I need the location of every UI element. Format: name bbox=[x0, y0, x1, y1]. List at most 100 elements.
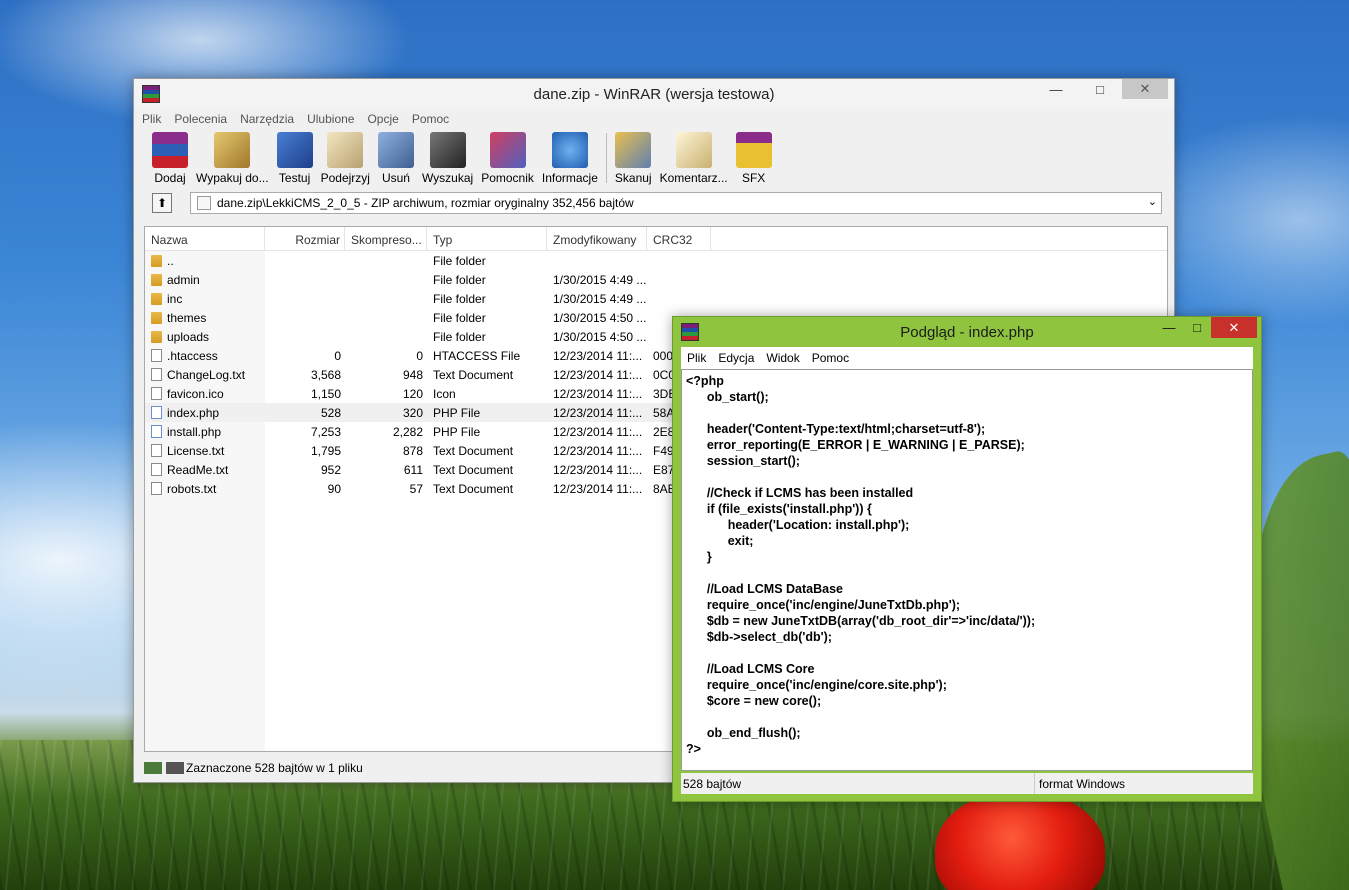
preview-app-icon[interactable] bbox=[681, 323, 699, 341]
file-name: .htaccess bbox=[167, 348, 218, 363]
scan-icon bbox=[615, 132, 652, 168]
cell-name: install.php bbox=[145, 425, 265, 439]
cell-packed: 948 bbox=[402, 367, 423, 382]
file-name: install.php bbox=[167, 424, 222, 439]
code-view[interactable]: <?php ob_start(); header('Content-Type:t… bbox=[681, 369, 1253, 771]
preview-menu-pomoc[interactable]: Pomoc bbox=[812, 351, 849, 365]
preview-statusbar: 528 bajtów format Windows bbox=[681, 773, 1253, 794]
winrar-toolbar: Dodaj Wypakuj do... Testuj Podejrzyj Usu… bbox=[134, 129, 1174, 185]
file-icon bbox=[151, 406, 162, 419]
cell-modified: 12/23/2014 11:... bbox=[553, 405, 643, 420]
cell-modified: 12/23/2014 11:... bbox=[553, 367, 643, 382]
table-row[interactable]: .. File folder bbox=[145, 251, 1167, 270]
cell-name: robots.txt bbox=[145, 482, 265, 496]
cell-modified: 12/23/2014 11:... bbox=[553, 443, 643, 458]
folder-icon bbox=[151, 330, 162, 343]
cell-name: .. bbox=[145, 254, 265, 268]
find-button[interactable]: Wyszukaj bbox=[422, 132, 473, 185]
cell-name: themes bbox=[145, 311, 265, 325]
cell-packed: 320 bbox=[402, 405, 423, 420]
menu-narzedzia[interactable]: Narzędzia bbox=[240, 112, 294, 126]
file-icon bbox=[151, 444, 162, 457]
folder-icon bbox=[151, 311, 162, 324]
toolbar-separator bbox=[605, 133, 607, 183]
cell-packed: 0 bbox=[416, 348, 423, 363]
comment-button[interactable]: Komentarz... bbox=[660, 132, 728, 185]
sfx-icon bbox=[735, 132, 772, 168]
scan-button[interactable]: Skanuj bbox=[615, 132, 652, 185]
menu-opcje[interactable]: Opcje bbox=[367, 112, 398, 126]
wizard-button[interactable]: Pomocnik bbox=[481, 132, 534, 185]
cell-name: inc bbox=[145, 292, 265, 306]
cell-modified: 12/23/2014 11:... bbox=[553, 424, 643, 439]
menu-plik[interactable]: Plik bbox=[142, 112, 161, 126]
view-button[interactable]: Podejrzyj bbox=[321, 132, 370, 185]
preview-minimize-button[interactable]: — bbox=[1155, 317, 1183, 337]
preview-format: format Windows bbox=[1039, 776, 1126, 791]
minimize-button[interactable]: — bbox=[1034, 79, 1078, 99]
file-name: admin bbox=[167, 272, 200, 287]
delete-icon bbox=[377, 132, 414, 168]
column-modified[interactable]: Zmodyfikowany bbox=[547, 227, 647, 250]
cell-name: ChangeLog.txt bbox=[145, 368, 265, 382]
address-combo[interactable]: dane.zip\LekkiCMS_2_0_5 - ZIP archiwum, … bbox=[190, 192, 1162, 214]
cell-name: uploads bbox=[145, 330, 265, 344]
table-row[interactable]: inc File folder 1/30/2015 4:49 ... bbox=[145, 289, 1167, 308]
winrar-title: dane.zip - WinRAR (wersja testowa) bbox=[533, 85, 775, 103]
column-size[interactable]: Rozmiar bbox=[265, 227, 345, 250]
folder-icon bbox=[151, 292, 162, 305]
column-type[interactable]: Typ bbox=[427, 227, 547, 250]
cell-size: 3,568 bbox=[310, 367, 341, 382]
maximize-button[interactable]: □ bbox=[1078, 79, 1122, 99]
chevron-down-icon[interactable]: ⌄ bbox=[1148, 195, 1157, 208]
cell-packed: 120 bbox=[402, 386, 423, 401]
winrar-app-icon[interactable] bbox=[142, 85, 160, 103]
cell-size: 952 bbox=[320, 462, 341, 477]
preview-caption-buttons: — □ ✕ bbox=[1155, 317, 1257, 338]
folder-icon bbox=[151, 273, 162, 286]
column-packed[interactable]: Skompreso... bbox=[345, 227, 427, 250]
up-arrow-icon: ⬆ bbox=[156, 196, 168, 210]
up-folder-button[interactable]: ⬆ bbox=[152, 193, 172, 213]
cell-name: .htaccess bbox=[145, 349, 265, 363]
drive-key-icon bbox=[144, 762, 184, 774]
address-bar: ⬆ dane.zip\LekkiCMS_2_0_5 - ZIP archiwum… bbox=[134, 189, 1174, 217]
file-name: inc bbox=[167, 291, 183, 306]
cell-modified: 1/30/2015 4:49 ... bbox=[553, 291, 647, 306]
preview-menubar: Plik Edycja Widok Pomoc bbox=[681, 347, 1253, 369]
column-crc32[interactable]: CRC32 bbox=[647, 227, 711, 250]
cell-type: Text Document bbox=[433, 481, 514, 496]
extract-button[interactable]: Wypakuj do... bbox=[196, 132, 269, 185]
file-name: License.txt bbox=[167, 443, 225, 458]
preview-titlebar[interactable]: Podgląd - index.php — □ ✕ bbox=[673, 317, 1261, 347]
column-name[interactable]: Nazwa bbox=[145, 227, 265, 250]
file-name: uploads bbox=[167, 329, 210, 344]
find-icon bbox=[429, 132, 466, 168]
delete-button[interactable]: Usuń bbox=[377, 132, 414, 185]
preview-close-button[interactable]: ✕ bbox=[1211, 317, 1257, 338]
preview-menu-edycja[interactable]: Edycja bbox=[718, 351, 754, 365]
menu-ulubione[interactable]: Ulubione bbox=[307, 112, 354, 126]
test-button[interactable]: Testuj bbox=[276, 132, 313, 185]
file-icon bbox=[151, 482, 162, 495]
file-name: index.php bbox=[167, 405, 220, 420]
info-button[interactable]: Informacje bbox=[542, 132, 598, 185]
winrar-titlebar[interactable]: dane.zip - WinRAR (wersja testowa) — □ ✕ bbox=[134, 79, 1174, 109]
file-icon bbox=[151, 368, 162, 381]
winrar-caption-buttons: — □ ✕ bbox=[1034, 79, 1168, 99]
file-icon bbox=[151, 387, 162, 400]
menu-pomoc[interactable]: Pomoc bbox=[412, 112, 449, 126]
close-button[interactable]: ✕ bbox=[1122, 79, 1168, 99]
preview-menu-plik[interactable]: Plik bbox=[687, 351, 706, 365]
cell-type: File folder bbox=[433, 272, 486, 287]
address-text: dane.zip\LekkiCMS_2_0_5 - ZIP archiwum, … bbox=[217, 196, 634, 210]
cell-size: 7,253 bbox=[310, 424, 341, 439]
add-button[interactable]: Dodaj bbox=[152, 132, 188, 185]
table-row[interactable]: admin File folder 1/30/2015 4:49 ... bbox=[145, 270, 1167, 289]
preview-menu-widok[interactable]: Widok bbox=[766, 351, 799, 365]
menu-polecenia[interactable]: Polecenia bbox=[174, 112, 227, 126]
cell-type: Text Document bbox=[433, 443, 514, 458]
sfx-button[interactable]: SFX bbox=[735, 132, 772, 185]
preview-maximize-button[interactable]: □ bbox=[1183, 317, 1211, 337]
file-list-header: Nazwa Rozmiar Skompreso... Typ Zmodyfiko… bbox=[145, 227, 1167, 251]
